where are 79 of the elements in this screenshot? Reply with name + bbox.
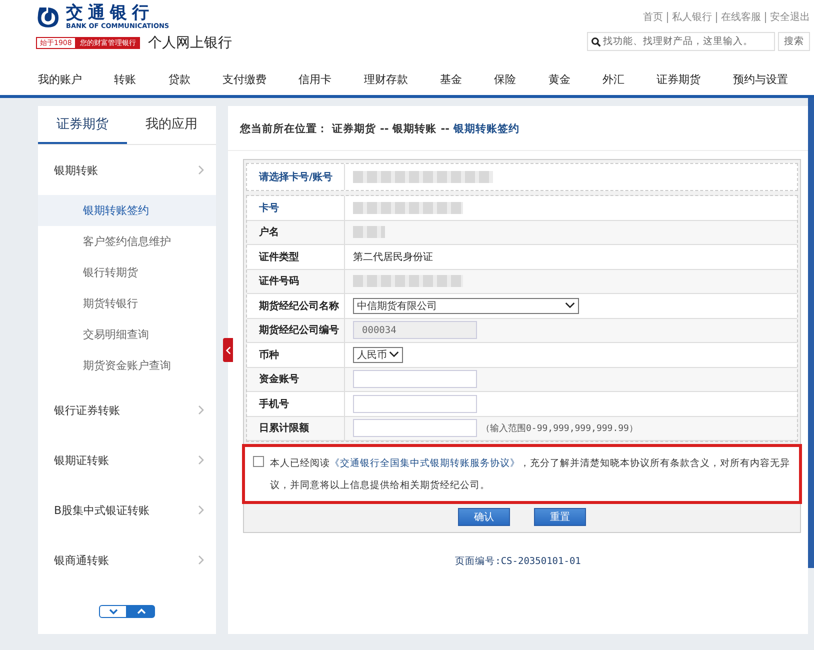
input-field[interactable] (353, 394, 477, 413)
field-label: 日累计限额 (247, 416, 345, 440)
field-label: 期货经纪公司名称 (247, 294, 345, 318)
field-label: 户名 (247, 220, 345, 244)
nav-item[interactable]: 信用卡 (298, 72, 332, 87)
nav-item[interactable]: 贷款 (168, 72, 190, 87)
breadcrumb-link[interactable]: 银期转账签约 (453, 122, 520, 136)
nav-item[interactable]: 外汇 (602, 72, 625, 87)
search-button[interactable]: 搜索 (778, 32, 810, 51)
submenu-item[interactable]: 银行转期货 (38, 257, 216, 288)
nav-item[interactable]: 黄金 (548, 72, 570, 87)
field-label: 请选择卡号/账号 (247, 164, 345, 190)
broker-select[interactable]: 中信期货有限公司 (353, 298, 579, 314)
field-label: 证件类型 (247, 245, 345, 268)
menu-group[interactable]: 银期转账 (38, 145, 216, 195)
field-label: 手机号 (247, 392, 345, 416)
caret-icon (389, 351, 399, 358)
menu-group[interactable]: B股集中式银证转账 (38, 485, 216, 535)
nav-item[interactable]: 转账 (114, 72, 136, 87)
input-field: 000034 (353, 321, 477, 340)
breadcrumb-separator: -- (440, 123, 450, 135)
site-title: 个人网上银行 (148, 34, 232, 52)
page-code: 页面编号:CS-20350101-01 (454, 555, 582, 568)
submenu-item[interactable]: 期货转银行 (38, 288, 216, 319)
nav-item[interactable]: 基金 (440, 72, 462, 87)
nav-item[interactable]: 理财存款 (364, 72, 408, 87)
search-icon (591, 36, 601, 46)
nav-item[interactable]: 我的账户 (38, 72, 82, 87)
chevron-up-icon (136, 608, 146, 615)
collapse-tab[interactable] (223, 338, 233, 362)
breadcrumb-separator: -- (380, 123, 389, 135)
agreement-link[interactable]: 《交通银行全国集中式银期转账服务协议》 (330, 458, 520, 469)
top-link[interactable]: 私人银行 (672, 10, 712, 24)
top-link[interactable]: 安全退出 (770, 10, 810, 24)
input-hint: （输入范围0-99,999,999,999.99） (481, 422, 638, 435)
field-label: 证件号码 (247, 270, 345, 293)
field-label: 卡号 (247, 196, 345, 220)
sidebar-tab[interactable]: 证券期货 (38, 106, 127, 144)
breadcrumb-link[interactable]: 证券期货 (332, 122, 376, 136)
nav-item[interactable]: 证券期货 (656, 72, 701, 87)
scroll-down-button[interactable] (99, 605, 127, 618)
menu-group[interactable]: 银期证转账 (38, 435, 216, 485)
field-label: 币种 (247, 343, 345, 366)
caret-icon (565, 302, 575, 310)
input-field[interactable] (353, 370, 477, 388)
menu-group[interactable]: 银行证券转账 (38, 385, 216, 435)
nav-item[interactable]: 预约与设置 (732, 72, 788, 87)
breadcrumb-link[interactable]: 银期转账 (392, 122, 437, 136)
chevron-left-icon (226, 346, 230, 354)
field-label: 期货经纪公司编号 (247, 318, 345, 342)
nav-item[interactable]: 保险 (494, 72, 516, 87)
input-field[interactable] (353, 419, 477, 438)
top-link[interactable]: 在线客服 (721, 10, 761, 24)
currency-select[interactable]: 人民币 (353, 346, 403, 363)
agreement-text: 本人已经阅读《交通银行全国集中式银期转账服务协议》，充分了解并清楚知晓本协议所有条款含义，对所有内容无异议，并同意将以上信息提供给相关期货经纪公司。 (270, 457, 791, 493)
chevron-right-icon (198, 455, 204, 465)
form-button[interactable]: 重置 (534, 508, 586, 526)
chevron-right-icon (198, 505, 204, 515)
chevron-down-icon (108, 608, 118, 615)
submenu-item[interactable]: 交易明细查询 (38, 319, 216, 350)
submenu-item[interactable]: 期货资金账户查询 (38, 350, 216, 381)
nav-item[interactable]: 支付缴费 (222, 72, 267, 87)
scroll-up-button[interactable] (127, 605, 155, 618)
submenu-item[interactable]: 银期转账签约 (38, 195, 216, 226)
field-value: 第二代居民身份证 (353, 250, 433, 264)
bank-name: 交通银行 (66, 4, 155, 22)
form-button[interactable]: 确认 (458, 508, 510, 526)
field-label: 资金账号 (247, 368, 345, 391)
chevron-right-icon (198, 405, 204, 415)
agreement-checkbox[interactable] (253, 456, 264, 467)
submenu-item[interactable]: 客户签约信息维护 (38, 226, 216, 257)
redacted-value (353, 226, 385, 238)
search-field[interactable]: 找功能、找理财产品，这里输入。 (587, 32, 775, 51)
top-link[interactable]: 首页 (643, 10, 663, 24)
sidebar-tab[interactable]: 我的应用 (127, 106, 216, 144)
menu-group[interactable]: 银商通转账 (38, 535, 216, 585)
breadcrumb-label: 您当前所在位置： (240, 122, 328, 136)
chevron-right-icon (198, 165, 204, 175)
chevron-right-icon (198, 555, 204, 565)
